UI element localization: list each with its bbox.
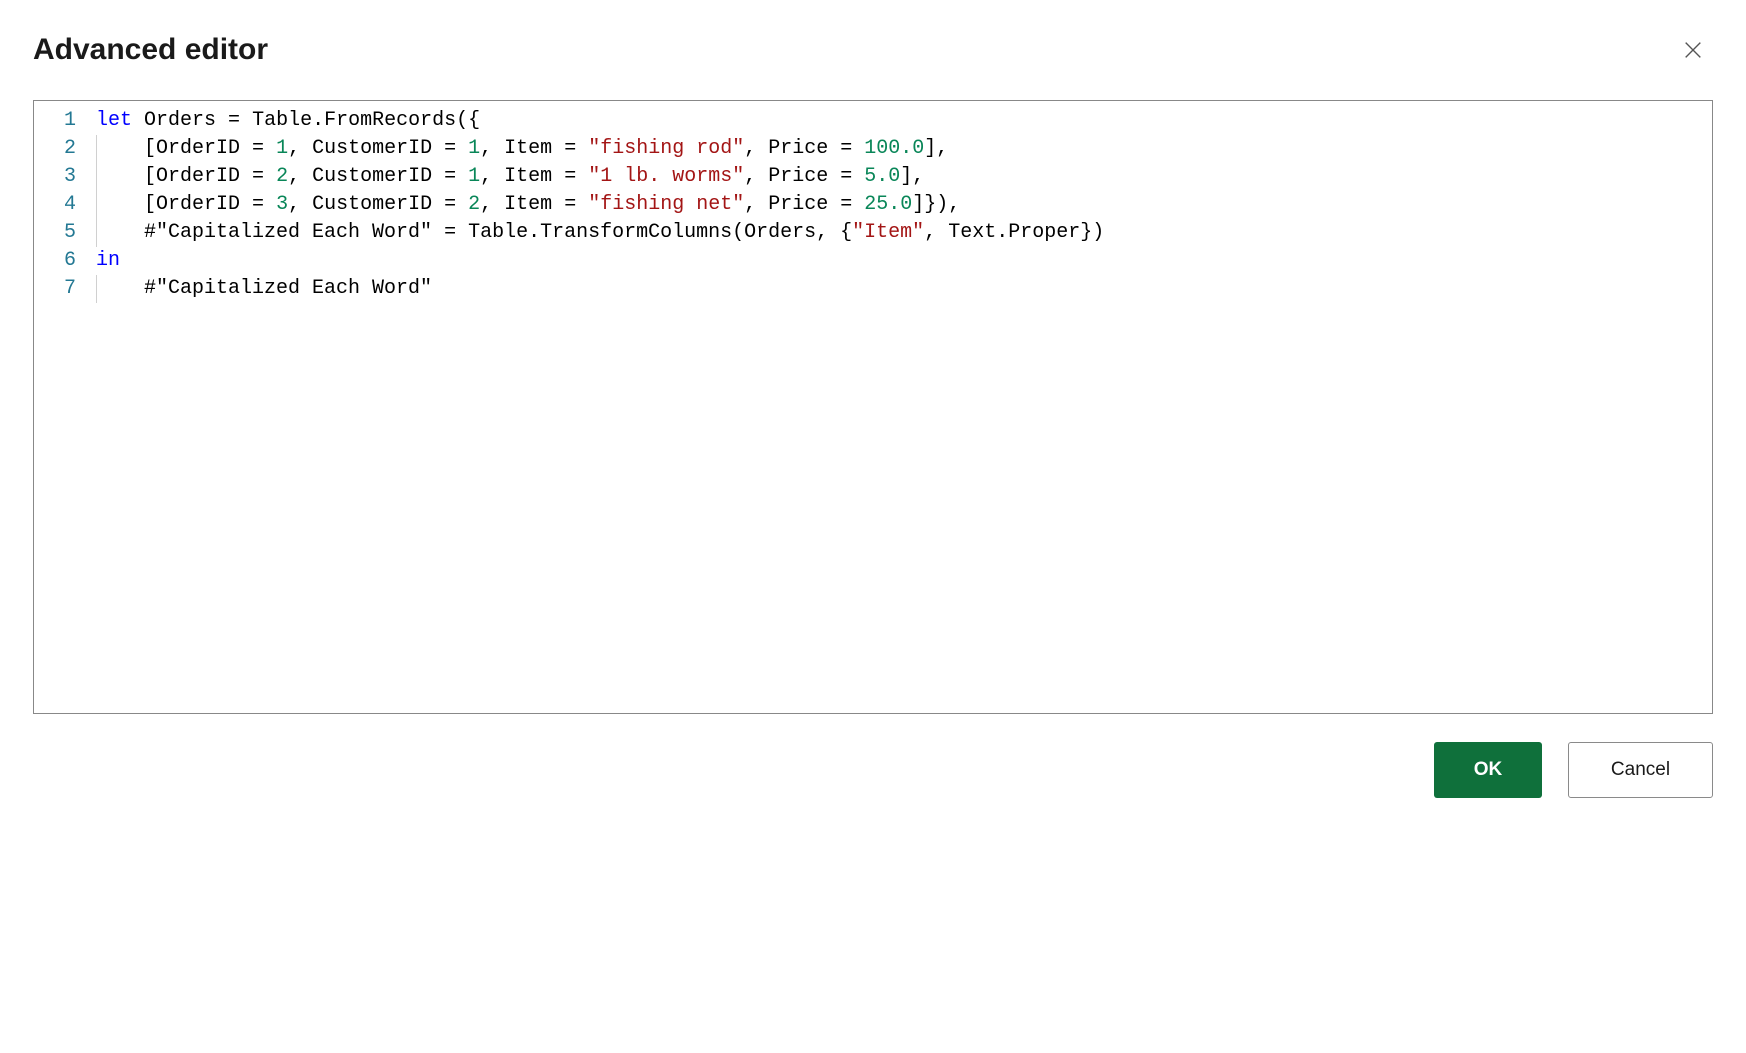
- code-line[interactable]: [OrderID = 3, CustomerID = 2, Item = "fi…: [86, 191, 1712, 219]
- line-number-gutter: 1234567: [34, 101, 86, 713]
- code-token: }): [1080, 221, 1104, 244]
- code-token: Text.Proper: [948, 221, 1080, 244]
- code-token: #"Capitalized Each Word": [144, 221, 432, 244]
- indent-guide: [96, 275, 97, 303]
- code-token: #"Capitalized Each Word": [144, 277, 432, 300]
- code-token: "1 lb. worms": [588, 165, 744, 188]
- code-token: 100.0: [864, 137, 924, 160]
- code-token: Price: [768, 193, 828, 216]
- code-token: =: [432, 165, 468, 188]
- code-token: ,: [744, 137, 768, 160]
- code-token: ]}),: [912, 193, 960, 216]
- code-token: =: [552, 165, 588, 188]
- code-token: =: [552, 193, 588, 216]
- code-token: CustomerID: [312, 165, 432, 188]
- code-token: "fishing rod": [588, 137, 744, 160]
- code-token: 1: [276, 137, 288, 160]
- code-token: ,: [480, 165, 504, 188]
- code-token: =: [240, 165, 276, 188]
- close-button[interactable]: [1673, 30, 1713, 70]
- code-token: [: [144, 165, 156, 188]
- code-token: OrderID: [156, 137, 240, 160]
- line-number: 4: [48, 191, 76, 219]
- line-number: 2: [48, 135, 76, 163]
- code-token: Price: [768, 165, 828, 188]
- indent-guide: [96, 219, 97, 247]
- code-token: ,: [744, 193, 768, 216]
- code-token: Item: [504, 193, 552, 216]
- code-token: ({: [456, 109, 480, 132]
- code-token: Orders: [144, 109, 216, 132]
- code-token: =: [828, 165, 864, 188]
- code-token: [: [144, 193, 156, 216]
- dialog-header: Advanced editor: [33, 30, 1713, 70]
- line-number: 3: [48, 163, 76, 191]
- cancel-button[interactable]: Cancel: [1568, 742, 1713, 798]
- code-token: 2: [468, 193, 480, 216]
- code-token: ,: [744, 165, 768, 188]
- code-token: CustomerID: [312, 193, 432, 216]
- code-token: ],: [900, 165, 924, 188]
- indent-guide: [96, 191, 97, 219]
- code-token: CustomerID: [312, 137, 432, 160]
- line-number: 7: [48, 275, 76, 303]
- code-token: OrderID: [156, 193, 240, 216]
- code-token: 2: [276, 165, 288, 188]
- code-token: Price: [768, 137, 828, 160]
- code-token: =: [432, 193, 468, 216]
- code-token: let: [96, 109, 132, 132]
- code-token: "Item": [852, 221, 924, 244]
- code-token: "fishing net": [588, 193, 744, 216]
- code-token: =: [432, 221, 468, 244]
- code-token: =: [828, 137, 864, 160]
- code-token: =: [432, 137, 468, 160]
- code-token: =: [240, 193, 276, 216]
- code-token: =: [552, 137, 588, 160]
- code-token: [: [144, 137, 156, 160]
- code-token: ,: [480, 193, 504, 216]
- code-token: ,: [480, 137, 504, 160]
- code-token: Orders: [744, 221, 816, 244]
- code-token: Table.FromRecords: [252, 109, 456, 132]
- code-token: =: [216, 109, 252, 132]
- code-token: , {: [816, 221, 852, 244]
- indent-guide: [96, 135, 97, 163]
- code-token: =: [828, 193, 864, 216]
- code-token: (: [732, 221, 744, 244]
- line-number: 6: [48, 247, 76, 275]
- code-token: Item: [504, 165, 552, 188]
- line-number: 5: [48, 219, 76, 247]
- code-token: Table.TransformColumns: [468, 221, 732, 244]
- line-number: 1: [48, 107, 76, 135]
- code-token: Item: [504, 137, 552, 160]
- code-line[interactable]: #"Capitalized Each Word": [86, 275, 1712, 303]
- code-token: ,: [288, 137, 312, 160]
- code-token: ],: [924, 137, 948, 160]
- code-token: ,: [288, 193, 312, 216]
- code-token: 1: [468, 165, 480, 188]
- dialog-footer: OK Cancel: [33, 742, 1713, 798]
- code-token: ,: [924, 221, 948, 244]
- code-line[interactable]: #"Capitalized Each Word" = Table.Transfo…: [86, 219, 1712, 247]
- code-token: in: [96, 249, 120, 272]
- code-token: =: [240, 137, 276, 160]
- code-token: 25.0: [864, 193, 912, 216]
- ok-button[interactable]: OK: [1434, 742, 1542, 798]
- code-token: 3: [276, 193, 288, 216]
- code-token: 5.0: [864, 165, 900, 188]
- code-line[interactable]: in: [86, 247, 1712, 275]
- close-icon: [1682, 39, 1704, 61]
- code-token: ,: [288, 165, 312, 188]
- code-line[interactable]: let Orders = Table.FromRecords({: [86, 107, 1712, 135]
- code-line[interactable]: [OrderID = 2, CustomerID = 1, Item = "1 …: [86, 163, 1712, 191]
- code-token: OrderID: [156, 165, 240, 188]
- dialog-title: Advanced editor: [33, 33, 268, 67]
- code-token: [132, 109, 144, 132]
- code-line[interactable]: [OrderID = 1, CustomerID = 1, Item = "fi…: [86, 135, 1712, 163]
- indent-guide: [96, 163, 97, 191]
- code-editor[interactable]: 1234567 let Orders = Table.FromRecords({…: [33, 100, 1713, 714]
- code-area[interactable]: let Orders = Table.FromRecords({ [OrderI…: [86, 101, 1712, 713]
- code-token: 1: [468, 137, 480, 160]
